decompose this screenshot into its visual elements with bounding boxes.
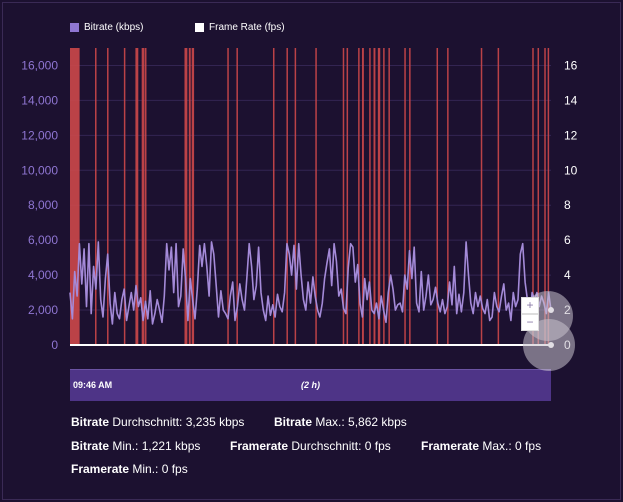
event-band bbox=[286, 48, 288, 345]
event-band bbox=[227, 48, 229, 345]
event-band bbox=[404, 48, 406, 345]
event-band bbox=[497, 48, 500, 345]
event-band bbox=[107, 48, 109, 345]
event-band bbox=[377, 48, 381, 345]
stat-bitrate-avg: Bitrate Durchschnitt: 3,235 kbps bbox=[71, 415, 245, 429]
left-axis-tick-label: 4,000 bbox=[28, 268, 58, 282]
navigator-start-label: 09:46 AM bbox=[73, 380, 113, 390]
navigator-duration-label: (2 h) bbox=[301, 380, 320, 390]
stat-framerate-avg: Framerate Durchschnitt: 0 fps bbox=[230, 439, 391, 453]
event-band bbox=[95, 48, 97, 345]
left-axis-tick-label: 14,000 bbox=[21, 93, 58, 107]
zoom-out-button[interactable]: − bbox=[521, 314, 539, 331]
right-axis-tick-label: 6 bbox=[564, 233, 571, 247]
event-band bbox=[388, 48, 390, 345]
right-axis-tick-label: 8 bbox=[564, 198, 571, 212]
left-axis-tick-label: 6,000 bbox=[28, 233, 58, 247]
event-band bbox=[144, 48, 147, 345]
right-axis-tick-label: 16 bbox=[564, 58, 578, 72]
stat-framerate-min: Framerate Min.: 0 fps bbox=[71, 462, 188, 476]
left-axis-tick-label: 12,000 bbox=[21, 128, 58, 142]
left-axis-tick-label: 0 bbox=[51, 338, 58, 352]
event-band bbox=[373, 48, 376, 345]
event-band bbox=[272, 48, 275, 345]
time-navigator[interactable]: 09:46 AM (2 h) bbox=[70, 369, 551, 401]
right-axis-tick-label: 12 bbox=[564, 128, 578, 142]
right-axis-tick-label: 4 bbox=[564, 268, 571, 282]
right-axis-tick-label: 10 bbox=[564, 163, 578, 177]
stat-bitrate-max: Bitrate Max.: 5,862 kbps bbox=[274, 415, 407, 429]
event-band bbox=[409, 48, 411, 345]
left-axis-tick-label: 8,000 bbox=[28, 198, 58, 212]
stat-framerate-max: Framerate Max.: 0 fps bbox=[421, 439, 542, 453]
left-axis-tick-label: 2,000 bbox=[28, 303, 58, 317]
event-band bbox=[383, 48, 385, 345]
left-axis-tick-label: 10,000 bbox=[21, 163, 58, 177]
stat-bitrate-min: Bitrate Min.: 1,221 kbps bbox=[71, 439, 201, 453]
event-band bbox=[141, 48, 145, 345]
event-band bbox=[294, 48, 297, 345]
left-axis-tick-label: 16,000 bbox=[21, 58, 58, 72]
zoom-in-button[interactable]: + bbox=[521, 297, 539, 314]
right-axis-tick-label: 14 bbox=[564, 93, 578, 107]
